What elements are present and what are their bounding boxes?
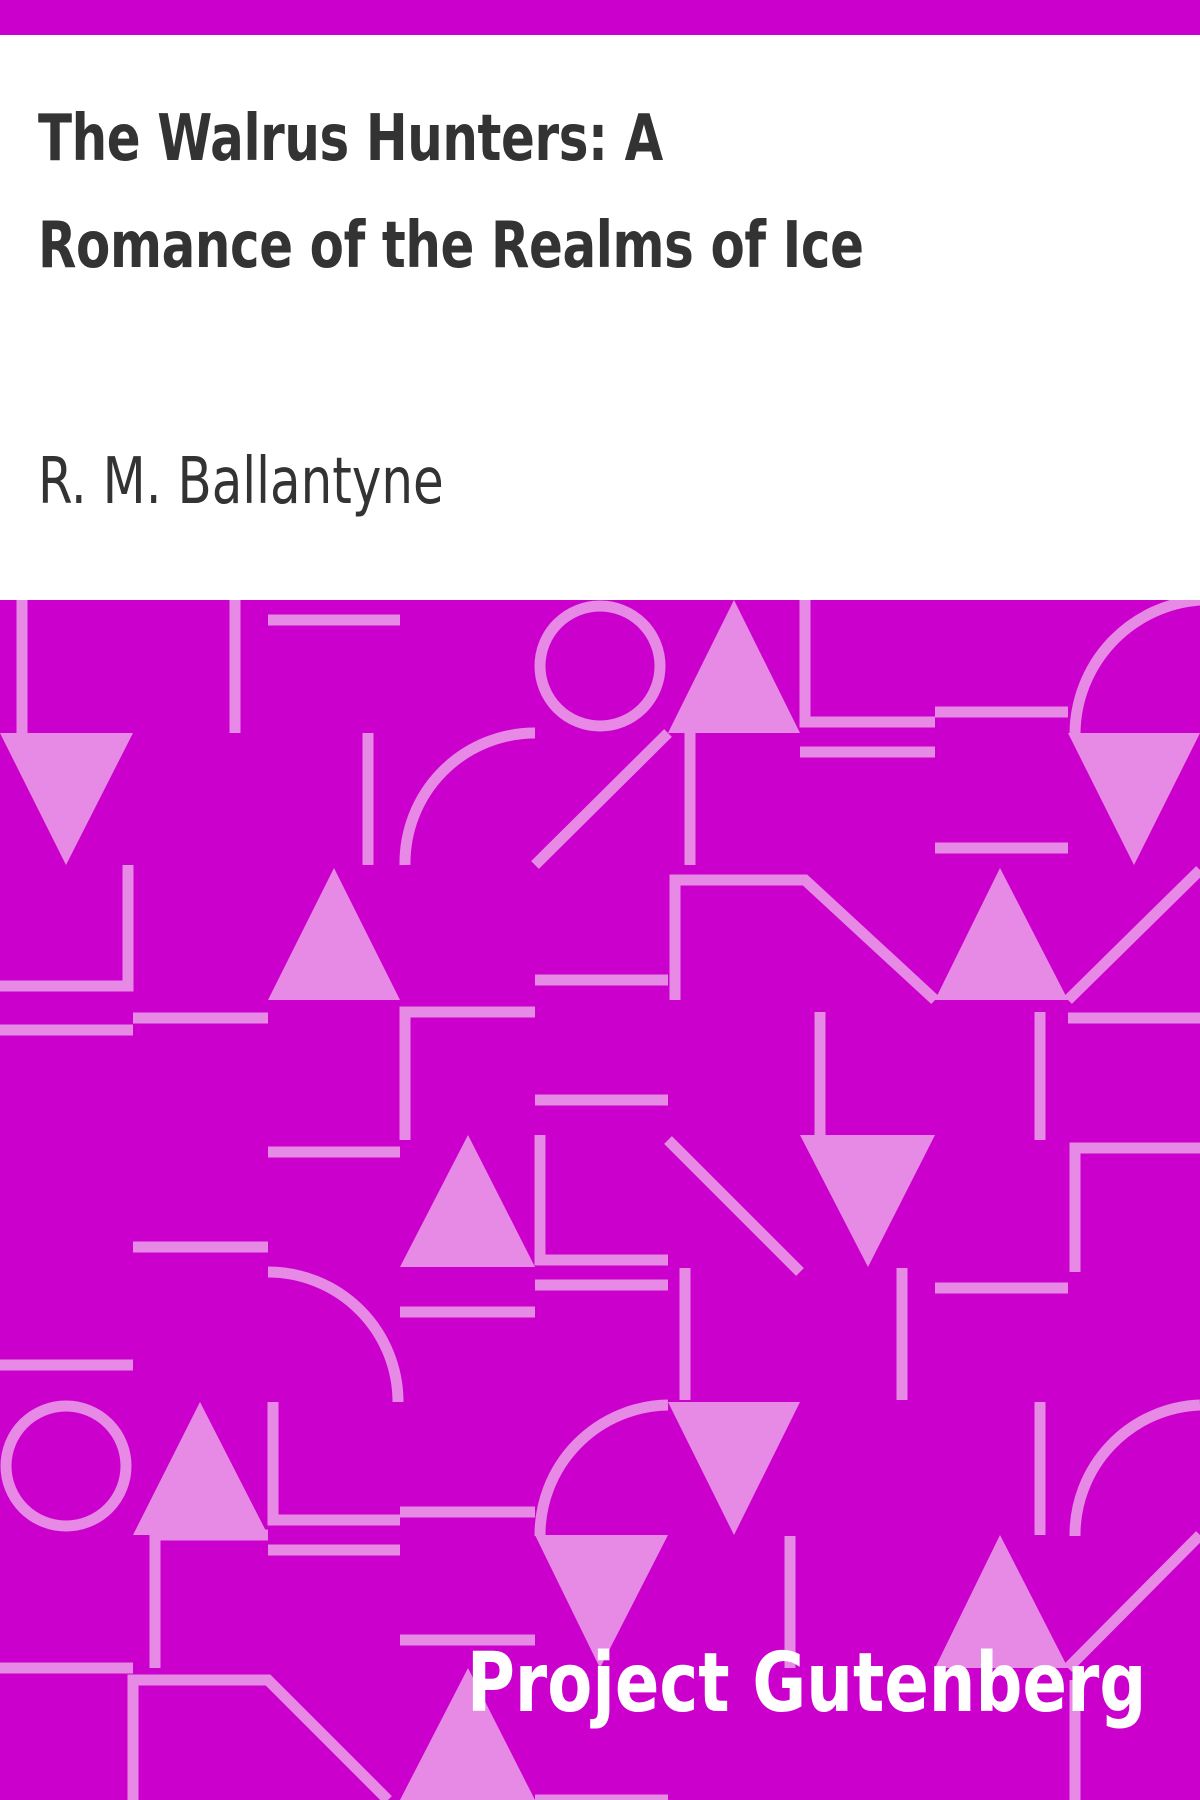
book-cover: The Walrus Hunters: A Romance of the Rea… (0, 0, 1200, 1800)
book-title: The Walrus Hunters: A Romance of the Rea… (38, 102, 864, 283)
top-color-band (0, 0, 1200, 35)
book-author: R. M. Ballantyne (38, 445, 444, 519)
publisher-mark: Project Gutenberg (466, 1636, 1146, 1731)
geometric-pattern-icon (0, 600, 1200, 1800)
